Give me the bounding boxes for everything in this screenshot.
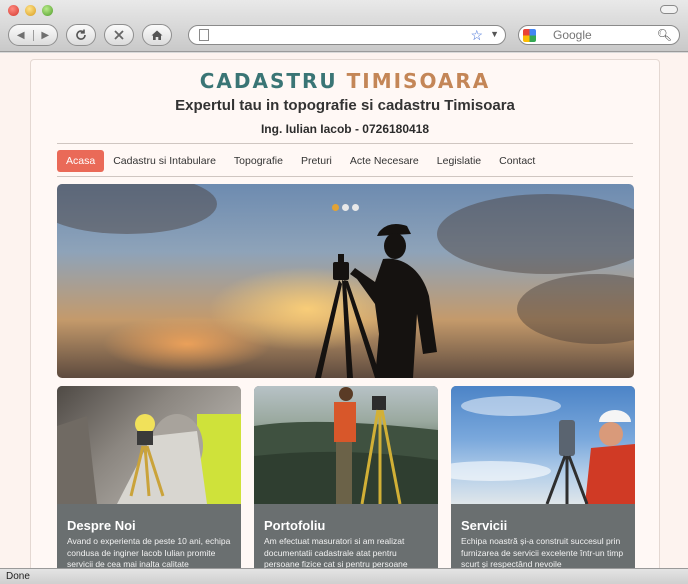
close-window-button[interactable] bbox=[8, 5, 19, 16]
slider-dot-2[interactable] bbox=[342, 204, 349, 211]
tile-text: Echipa noastră și-a construit succesul p… bbox=[461, 536, 624, 568]
main-menu: Acasa Cadastru si Intabulare Topografie … bbox=[57, 150, 544, 172]
home-icon bbox=[151, 30, 163, 40]
slider-dot-1[interactable] bbox=[332, 204, 339, 211]
page-icon bbox=[199, 29, 209, 41]
tile-portofoliu[interactable]: Portofoliu Am efectuat masuratori si am … bbox=[254, 386, 438, 568]
menu-item-acasa[interactable]: Acasa bbox=[57, 150, 105, 172]
tile-servicii[interactable]: Servicii Echipa noastră și-a construit s… bbox=[451, 386, 635, 568]
search-field[interactable]: 🔍︎ bbox=[518, 25, 680, 45]
site-logo[interactable]: CADASTRU TIMISOARA bbox=[31, 69, 659, 93]
tile-photo bbox=[451, 386, 635, 504]
back-icon[interactable]: ◀ bbox=[9, 29, 34, 41]
reload-icon bbox=[76, 29, 86, 40]
contact-line: Ing. Iulian Iacob - 0726180418 bbox=[260, 122, 430, 136]
google-icon[interactable] bbox=[523, 29, 536, 42]
tile-title: Portofoliu bbox=[264, 518, 326, 533]
reload-button[interactable] bbox=[66, 24, 96, 46]
status-bar: Done bbox=[0, 568, 688, 584]
toolbar-toggle-button[interactable] bbox=[660, 5, 678, 14]
stop-button[interactable] bbox=[104, 24, 134, 46]
page-viewport: CADASTRU TIMISOARA Expertul tau in topog… bbox=[0, 53, 688, 568]
tile-photo bbox=[57, 386, 241, 504]
feature-tiles: Despre Noi Avand o experienta de peste 1… bbox=[57, 386, 635, 568]
menu-item-acte[interactable]: Acte Necesare bbox=[341, 150, 428, 172]
tile-text: Am efectuat masuratori si am realizat do… bbox=[264, 536, 408, 568]
minimize-window-button[interactable] bbox=[25, 5, 36, 16]
back-forward-buttons[interactable]: ◀ ▶ bbox=[8, 24, 58, 46]
logo-word-1: CADASTRU bbox=[199, 69, 338, 93]
tile-photo bbox=[254, 386, 438, 504]
divider bbox=[57, 143, 633, 144]
chevron-down-icon[interactable]: ▼ bbox=[490, 29, 499, 39]
slider-dots bbox=[332, 204, 359, 211]
home-button[interactable] bbox=[142, 24, 172, 46]
address-bar[interactable]: ☆ ▼ bbox=[188, 25, 506, 45]
stop-icon bbox=[114, 30, 124, 40]
menu-item-preturi[interactable]: Preturi bbox=[292, 150, 341, 172]
tile-despre-noi[interactable]: Despre Noi Avand o experienta de peste 1… bbox=[57, 386, 241, 568]
zoom-window-button[interactable] bbox=[42, 5, 53, 16]
menu-item-legislatie[interactable]: Legislatie bbox=[428, 150, 490, 172]
window-controls bbox=[8, 5, 53, 16]
surveyor-photo bbox=[57, 414, 241, 504]
site-tagline: Expertul tau in topografie si cadastru T… bbox=[175, 97, 515, 114]
hero-slider[interactable] bbox=[57, 184, 634, 378]
logo-word-2: TIMISOARA bbox=[346, 69, 491, 93]
surveyor-photo bbox=[451, 396, 635, 504]
browser-toolbar: ◀ ▶ ☆ ▼ 🔍︎ bbox=[0, 0, 688, 52]
surveyor-silhouette bbox=[315, 224, 437, 378]
tile-text: Avand o experienta de peste 10 ani, echi… bbox=[67, 536, 231, 568]
tile-title: Servicii bbox=[461, 518, 508, 533]
search-icon[interactable]: 🔍︎ bbox=[657, 28, 672, 42]
search-input[interactable] bbox=[553, 28, 663, 42]
tile-title: Despre Noi bbox=[67, 518, 136, 533]
forward-icon[interactable]: ▶ bbox=[34, 30, 58, 41]
surveyor-photo bbox=[254, 387, 438, 504]
slider-dot-3[interactable] bbox=[352, 204, 359, 211]
menu-item-contact[interactable]: Contact bbox=[490, 150, 544, 172]
bookmark-star-icon[interactable]: ☆ bbox=[470, 27, 483, 44]
site-container: CADASTRU TIMISOARA Expertul tau in topog… bbox=[30, 59, 660, 568]
divider bbox=[57, 176, 633, 177]
menu-item-cadastru[interactable]: Cadastru si Intabulare bbox=[104, 150, 225, 172]
menu-item-topografie[interactable]: Topografie bbox=[225, 150, 292, 172]
